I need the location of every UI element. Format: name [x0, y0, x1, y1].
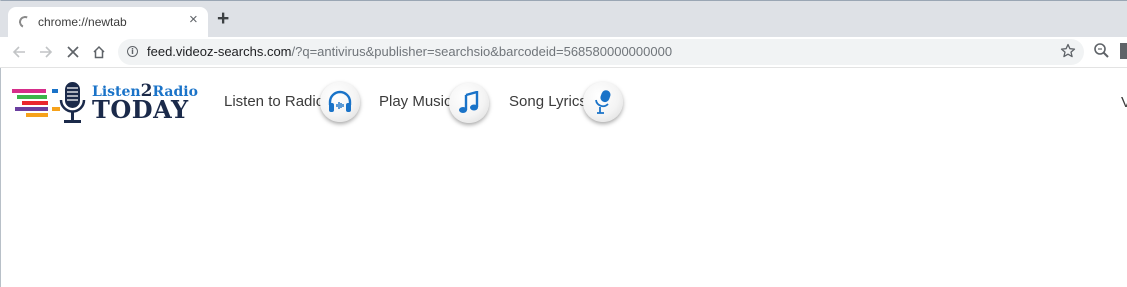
nav-listen-to-radio-label[interactable]: Listen to Radio [224, 93, 324, 110]
browser-toolbar: i feed.videoz-searchs.com/?q=antivirus&p… [0, 37, 1127, 68]
song-lyrics-button[interactable] [583, 82, 623, 122]
info-icon[interactable]: i [127, 46, 138, 57]
url-path: /?q=antivirus&publisher=searchsio&barcod… [291, 44, 673, 59]
headphones-icon [328, 90, 352, 112]
forward-button[interactable] [35, 41, 57, 63]
partial-nav-text: V [1121, 94, 1127, 111]
bookmark-star-icon[interactable] [1060, 43, 1076, 64]
tab-newtab[interactable]: chrome://newtab × [8, 7, 208, 38]
tab-title: chrome://newtab [38, 15, 127, 29]
back-button[interactable] [8, 41, 30, 63]
listen-to-radio-button[interactable] [320, 82, 360, 122]
home-icon [93, 45, 105, 59]
forward-arrow-icon [40, 46, 53, 58]
logo-bottom-text: TODAY [92, 95, 189, 124]
stop-button[interactable] [62, 41, 84, 63]
back-arrow-icon [12, 46, 25, 58]
nav-play-music-label[interactable]: Play Music [379, 93, 452, 110]
url-host: feed.videoz-searchs.com [147, 44, 292, 59]
home-button[interactable] [88, 41, 110, 63]
new-tab-button[interactable]: + [217, 8, 229, 30]
play-music-button[interactable] [449, 83, 489, 123]
nav-song-lyrics-label[interactable]: Song Lyrics [509, 93, 587, 110]
music-note-icon [459, 91, 479, 113]
zoom-icon[interactable] [1093, 42, 1111, 65]
address-bar[interactable]: i feed.videoz-searchs.com/?q=antivirus&p… [118, 39, 1084, 65]
tab-strip: chrome://newtab × + [0, 1, 1127, 38]
url-text[interactable]: feed.videoz-searchs.com/?q=antivirus&pub… [147, 44, 672, 59]
extension-icon[interactable] [1120, 43, 1127, 59]
listen2radio-logo[interactable]: Listen2Radio TODAY [12, 80, 202, 126]
loading-spinner-icon [17, 14, 33, 30]
microphone-icon [59, 82, 86, 123]
stop-x-icon [67, 46, 79, 58]
microphone-icon [595, 90, 611, 114]
tab-close-icon[interactable]: × [189, 12, 198, 28]
